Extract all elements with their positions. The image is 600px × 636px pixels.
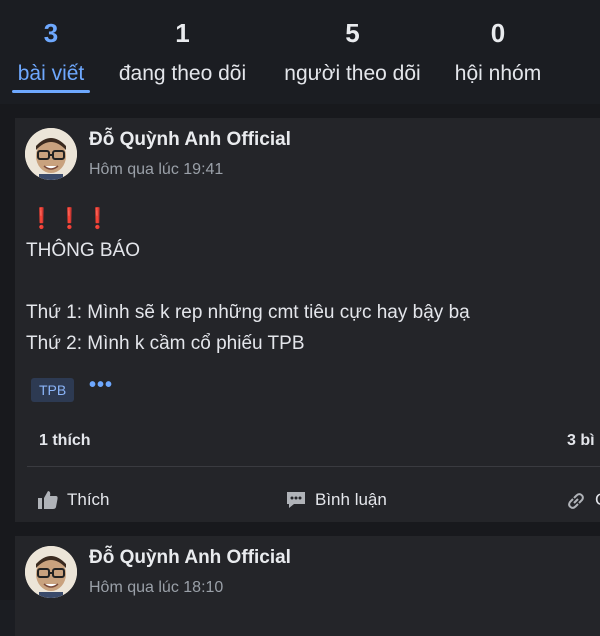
post-feed: Đỗ Quỳnh Anh Official Hôm qua lúc 19:41 … (0, 104, 600, 636)
exclamation-icon: ❗ (57, 208, 84, 230)
like-button[interactable]: Thích (37, 488, 110, 512)
share-label: C (595, 490, 600, 510)
following-count: 1 (175, 18, 190, 48)
comment-icon (287, 492, 305, 508)
post-heading: THÔNG BÁO (26, 240, 141, 261)
followers-count: 5 (345, 18, 360, 48)
groups-label: hội nhóm (454, 62, 542, 85)
post-card: Đỗ Quỳnh Anh Official Hôm qua lúc 18:10 (15, 536, 600, 636)
divider (27, 466, 600, 467)
comment-label: Bình luận (315, 490, 387, 509)
exclamation-icon: ❗ (29, 208, 56, 230)
post-line: Thứ 2: Mình k cầm cổ phiếu TPB (26, 333, 305, 354)
post-timestamp[interactable]: Hôm qua lúc 19:41 (89, 161, 223, 179)
share-button[interactable]: C (565, 488, 600, 512)
thumbs-up-icon (38, 491, 58, 509)
following-label: đang theo dõi (118, 62, 247, 85)
exclamation-icon: ❗ (85, 208, 112, 230)
post-line: Thứ 1: Mình sẽ k rep những cmt tiêu cực … (26, 302, 470, 323)
posts-count: 3 (43, 18, 59, 48)
like-label: Thích (67, 490, 110, 509)
more-options-icon[interactable]: ••• (89, 374, 113, 397)
posts-label: bài viết (17, 62, 85, 85)
profile-stats-bar: 3 bài viết 1 đang theo dõi 5 người theo … (0, 0, 600, 104)
avatar[interactable] (25, 546, 77, 598)
like-count[interactable]: 1 thích (39, 432, 91, 450)
alert-emojis: ❗❗❗ (29, 206, 113, 231)
post-card: Đỗ Quỳnh Anh Official Hôm qua lúc 19:41 … (15, 118, 600, 522)
post-author-name[interactable]: Đỗ Quỳnh Anh Official (89, 547, 291, 569)
followers-label: người theo dõi (284, 62, 421, 85)
comment-count[interactable]: 3 bì (567, 432, 595, 450)
active-tab-indicator (12, 90, 90, 93)
link-icon (568, 493, 584, 509)
groups-count: 0 (490, 18, 506, 48)
avatar[interactable] (25, 128, 77, 180)
post-author-name[interactable]: Đỗ Quỳnh Anh Official (89, 129, 291, 151)
post-timestamp[interactable]: Hôm qua lúc 18:10 (89, 579, 223, 597)
stock-tag[interactable]: TPB (31, 378, 75, 402)
comment-button[interactable]: Bình luận (285, 488, 387, 512)
